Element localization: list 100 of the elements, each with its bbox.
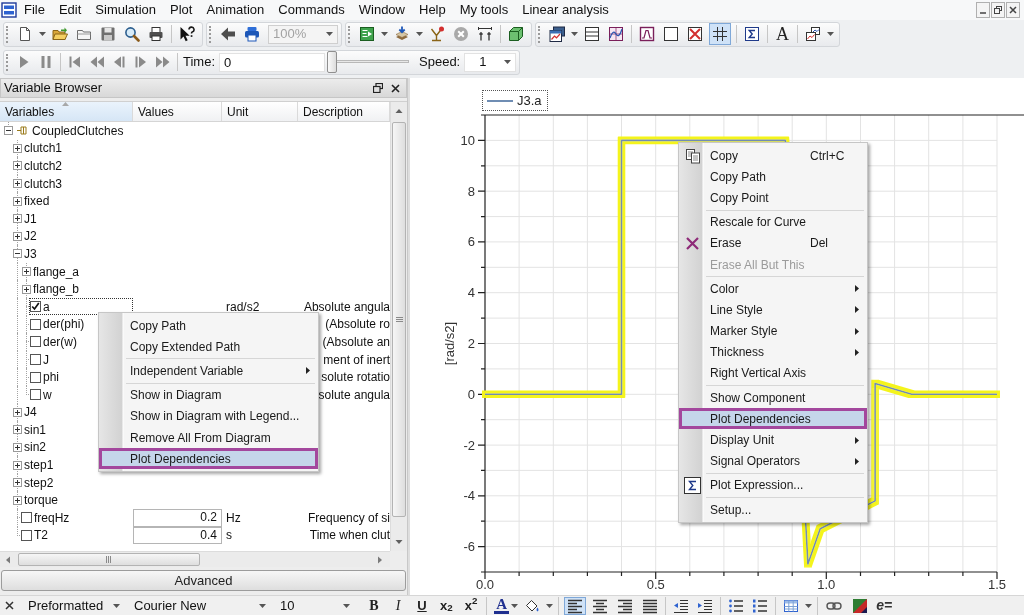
column-header[interactable]: Description: [298, 102, 390, 121]
checkbox[interactable]: [30, 389, 41, 401]
simulation-icon[interactable]: [359, 26, 375, 42]
menu-item[interactable]: Color: [679, 278, 867, 300]
scrollbar-thumb[interactable]: [18, 553, 200, 566]
italic-button[interactable]: I: [389, 596, 407, 615]
app-icon[interactable]: [1, 2, 17, 18]
printer-icon[interactable]: [244, 26, 260, 42]
tree-item[interactable]: J3: [13, 245, 40, 263]
menu-item[interactable]: Right Vertical Axis: [679, 362, 867, 385]
time-slider[interactable]: [327, 51, 412, 73]
tree-item[interactable]: fixed: [13, 192, 53, 210]
menu-item[interactable]: Edit: [51, 0, 89, 20]
time-range-icon[interactable]: [477, 26, 493, 42]
caret-icon[interactable]: [546, 603, 554, 608]
caret-icon[interactable]: [39, 32, 46, 36]
underline-button[interactable]: U: [413, 596, 431, 615]
font-size-dropdown[interactable]: 10: [278, 596, 354, 615]
open-folder-icon[interactable]: [52, 26, 68, 42]
menu-item[interactable]: Copy Ctrl+C: [679, 145, 867, 167]
paragraph-style-dropdown[interactable]: Preformatted: [26, 596, 124, 615]
close-icon[interactable]: [1006, 2, 1020, 18]
tree-item[interactable]: phi: [29, 368, 62, 386]
menu-item[interactable]: Signal Operators: [679, 450, 867, 472]
menu-item[interactable]: Thickness: [679, 341, 867, 363]
menu-item[interactable]: Show in Diagram with Legend...: [99, 405, 318, 427]
expand-icon[interactable]: [13, 460, 22, 470]
column-header[interactable]: Unit: [222, 102, 298, 121]
color-swatch-icon[interactable]: [853, 598, 868, 613]
close-icon[interactable]: [5, 601, 14, 610]
tree-item[interactable]: flange_b: [22, 280, 83, 298]
expand-icon[interactable]: [22, 284, 31, 294]
square-icon[interactable]: [663, 26, 679, 42]
tree-item[interactable]: clutch3: [13, 175, 66, 193]
tree-item[interactable]: sin1: [13, 421, 49, 439]
collapse-icon[interactable]: [4, 126, 13, 136]
expand-icon[interactable]: [13, 425, 22, 435]
subscript-button[interactable]: x$_{2}$: [437, 596, 456, 615]
menu-item[interactable]: Rescale for Curve: [679, 211, 867, 233]
superscript-button[interactable]: x$^{2}$: [461, 596, 481, 615]
expand-icon[interactable]: [13, 196, 22, 206]
caret-icon[interactable]: [504, 60, 512, 64]
expand-icon[interactable]: [13, 495, 22, 505]
expand-icon[interactable]: [13, 478, 22, 488]
expand-icon[interactable]: [13, 231, 22, 241]
value-field[interactable]: 0.2: [133, 509, 222, 527]
menu-item[interactable]: My tools: [452, 0, 516, 20]
tree-item[interactable]: sin2: [13, 439, 49, 456]
vertical-scrollbar[interactable]: [390, 102, 407, 551]
font-color-button[interactable]: A: [494, 597, 510, 614]
tree-item[interactable]: flange_a: [22, 263, 83, 281]
restore-icon[interactable]: [991, 2, 1005, 18]
tree-item[interactable]: CoupledClutches: [4, 122, 127, 140]
expand-icon[interactable]: [13, 443, 22, 452]
toolbar-handle[interactable]: [6, 53, 9, 71]
document-icon[interactable]: [17, 26, 33, 42]
curve-plot-icon[interactable]: [639, 26, 655, 42]
menu-item[interactable]: Plot Expression...: [679, 474, 867, 496]
tree-item[interactable]: J2: [13, 227, 40, 245]
split-icon[interactable]: [584, 26, 600, 42]
menu-item[interactable]: Copy Extended Path: [99, 336, 318, 358]
menu-item[interactable]: Copy Point: [679, 187, 867, 209]
delete-plot-icon[interactable]: [687, 26, 703, 42]
menu-item[interactable]: Linear analysis: [515, 0, 616, 20]
close-icon[interactable]: [391, 83, 400, 93]
menu-item[interactable]: Line Style: [679, 299, 867, 321]
column-header[interactable]: Values: [133, 102, 222, 121]
caret-icon[interactable]: [381, 32, 388, 36]
menu-item[interactable]: Commands: [271, 0, 352, 20]
menu-item[interactable]: Help: [412, 0, 453, 20]
checkbox[interactable]: [21, 529, 32, 541]
outdent-icon[interactable]: [673, 597, 690, 614]
caret-icon[interactable]: [805, 603, 813, 608]
menu-item[interactable]: Plot Dependencies: [99, 448, 318, 470]
caret-icon[interactable]: [827, 32, 834, 36]
minimize-icon[interactable]: [976, 2, 990, 18]
fill-color-icon[interactable]: [524, 597, 541, 614]
checkbox[interactable]: [30, 371, 41, 383]
back-arrow-icon[interactable]: [220, 26, 236, 42]
caret-icon[interactable]: [416, 32, 423, 36]
import-icon[interactable]: [394, 26, 410, 42]
menu-item[interactable]: Plot Dependencies: [679, 408, 867, 430]
plot-icon[interactable]: [608, 26, 624, 42]
collapse-icon[interactable]: [13, 249, 22, 259]
menu-item[interactable]: Display Unit: [679, 429, 867, 451]
caret-icon[interactable]: [343, 603, 350, 608]
caret-icon[interactable]: [571, 32, 578, 36]
column-header[interactable]: Variables: [0, 102, 133, 121]
align-left-button[interactable]: [563, 596, 586, 615]
toolbar-handle[interactable]: [538, 25, 541, 43]
menu-item[interactable]: Independent Variable: [99, 360, 318, 382]
expand-icon[interactable]: [13, 214, 22, 224]
menu-item[interactable]: Erase Del: [679, 232, 867, 254]
menu-item[interactable]: Plot: [163, 0, 200, 20]
tree-item[interactable]: J1: [13, 210, 40, 228]
sum-icon[interactable]: [744, 26, 760, 42]
tree-item[interactable]: clutch2: [13, 157, 66, 175]
tree-item[interactable]: J4: [13, 403, 40, 421]
toolbar-handle[interactable]: [6, 25, 9, 43]
bullet-list-icon[interactable]: [728, 597, 745, 614]
